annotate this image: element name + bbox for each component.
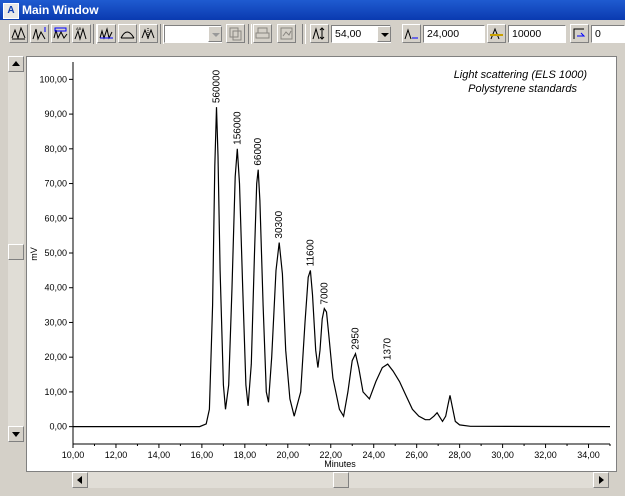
offset-icon[interactable] <box>570 24 589 43</box>
vertical-scale-arrow-icon[interactable] <box>377 26 391 42</box>
x-tick-label: 22,00 <box>319 450 342 460</box>
peak-label: 66000 <box>253 137 264 165</box>
y-tick-label: 70,00 <box>44 179 67 189</box>
x-tick-label: 34,00 <box>577 450 600 460</box>
chart-subtitle: Polystyrene standards <box>468 83 577 95</box>
integrate-icon[interactable] <box>118 24 137 43</box>
vertical-scrollbar[interactable] <box>8 56 24 442</box>
x-tick-label: 24,00 <box>362 450 385 460</box>
peak-label: 1370 <box>383 337 394 360</box>
svg-text:AB: AB <box>76 26 82 31</box>
x-tick-label: 10,00 <box>62 450 85 460</box>
x-tick-label: 26,00 <box>405 450 428 460</box>
y-tick-label: 80,00 <box>44 144 67 154</box>
y-tick-label: 10,00 <box>44 387 67 397</box>
x-tick-label: 18,00 <box>234 450 257 460</box>
peak-label: 30300 <box>274 210 285 238</box>
y-tick-label: 100,00 <box>39 74 67 84</box>
scroll-left-arrow-icon[interactable] <box>72 472 88 488</box>
zoom-area-icon[interactable] <box>51 24 70 43</box>
x-tick-label: 14,00 <box>148 450 171 460</box>
zoom-x-icon[interactable] <box>9 24 28 43</box>
series-line <box>73 107 611 428</box>
time-range-field[interactable]: 24,000 <box>423 25 485 43</box>
zoom-y-icon[interactable] <box>30 24 49 43</box>
peak-label: 156000 <box>232 111 243 145</box>
title-bar: A Main Window <box>0 0 625 20</box>
y-tick-label: 90,00 <box>44 109 67 119</box>
threshold-field[interactable]: 10000 <box>508 25 566 43</box>
vertical-scale-icon[interactable] <box>310 24 329 43</box>
app-icon: A <box>3 3 19 19</box>
x-tick-label: 20,00 <box>277 450 300 460</box>
scroll-up-arrow-icon[interactable] <box>8 56 24 72</box>
horizontal-scroll-thumb[interactable] <box>333 472 349 488</box>
vertical-scroll-thumb[interactable] <box>8 244 24 260</box>
toolbar: AB 54,00 24,000 10000 0 <box>0 20 625 49</box>
split-peaks-icon[interactable] <box>139 24 158 43</box>
offset-field[interactable]: 0 <box>591 25 625 43</box>
horizontal-scrollbar[interactable] <box>72 472 609 488</box>
peak-labels-icon[interactable]: AB <box>72 24 91 43</box>
chromatogram-chart: Light scattering (ELS 1000) Polystyrene … <box>26 56 617 472</box>
peak-label: 2950 <box>350 327 361 350</box>
window-title: Main Window <box>22 3 99 17</box>
x-tick-label: 32,00 <box>534 450 557 460</box>
baseline-icon[interactable] <box>97 24 116 43</box>
y-tick-label: 20,00 <box>44 352 67 362</box>
scroll-right-arrow-icon[interactable] <box>593 472 609 488</box>
x-tick-label: 30,00 <box>491 450 514 460</box>
y-tick-label: 40,00 <box>44 283 67 293</box>
y-tick-label: 50,00 <box>44 248 67 258</box>
chart-svg: Light scattering (ELS 1000) Polystyrene … <box>29 62 611 469</box>
x-tick-label: 12,00 <box>105 450 128 460</box>
peak-label: 560000 <box>211 69 222 103</box>
peak-label: 11600 <box>305 239 316 267</box>
x-tick-label: 28,00 <box>448 450 471 460</box>
chart-title: Light scattering (ELS 1000) <box>454 69 588 81</box>
x-tick-label: 16,00 <box>191 450 214 460</box>
y-tick-label: 0,00 <box>49 422 67 432</box>
copy-icon[interactable] <box>226 24 245 43</box>
threshold-icon[interactable] <box>487 24 506 43</box>
time-range-icon[interactable] <box>402 24 421 43</box>
export-icon[interactable] <box>277 24 296 43</box>
y-tick-label: 60,00 <box>44 213 67 223</box>
peak-label: 7000 <box>319 282 330 305</box>
y-axis-label: mV <box>29 247 39 261</box>
scroll-down-arrow-icon[interactable] <box>8 426 24 442</box>
channel-dropdown-arrow-icon[interactable] <box>208 26 222 42</box>
x-axis-label: Minutes <box>324 459 356 469</box>
print-icon[interactable] <box>253 24 272 43</box>
y-tick-label: 30,00 <box>44 317 67 327</box>
